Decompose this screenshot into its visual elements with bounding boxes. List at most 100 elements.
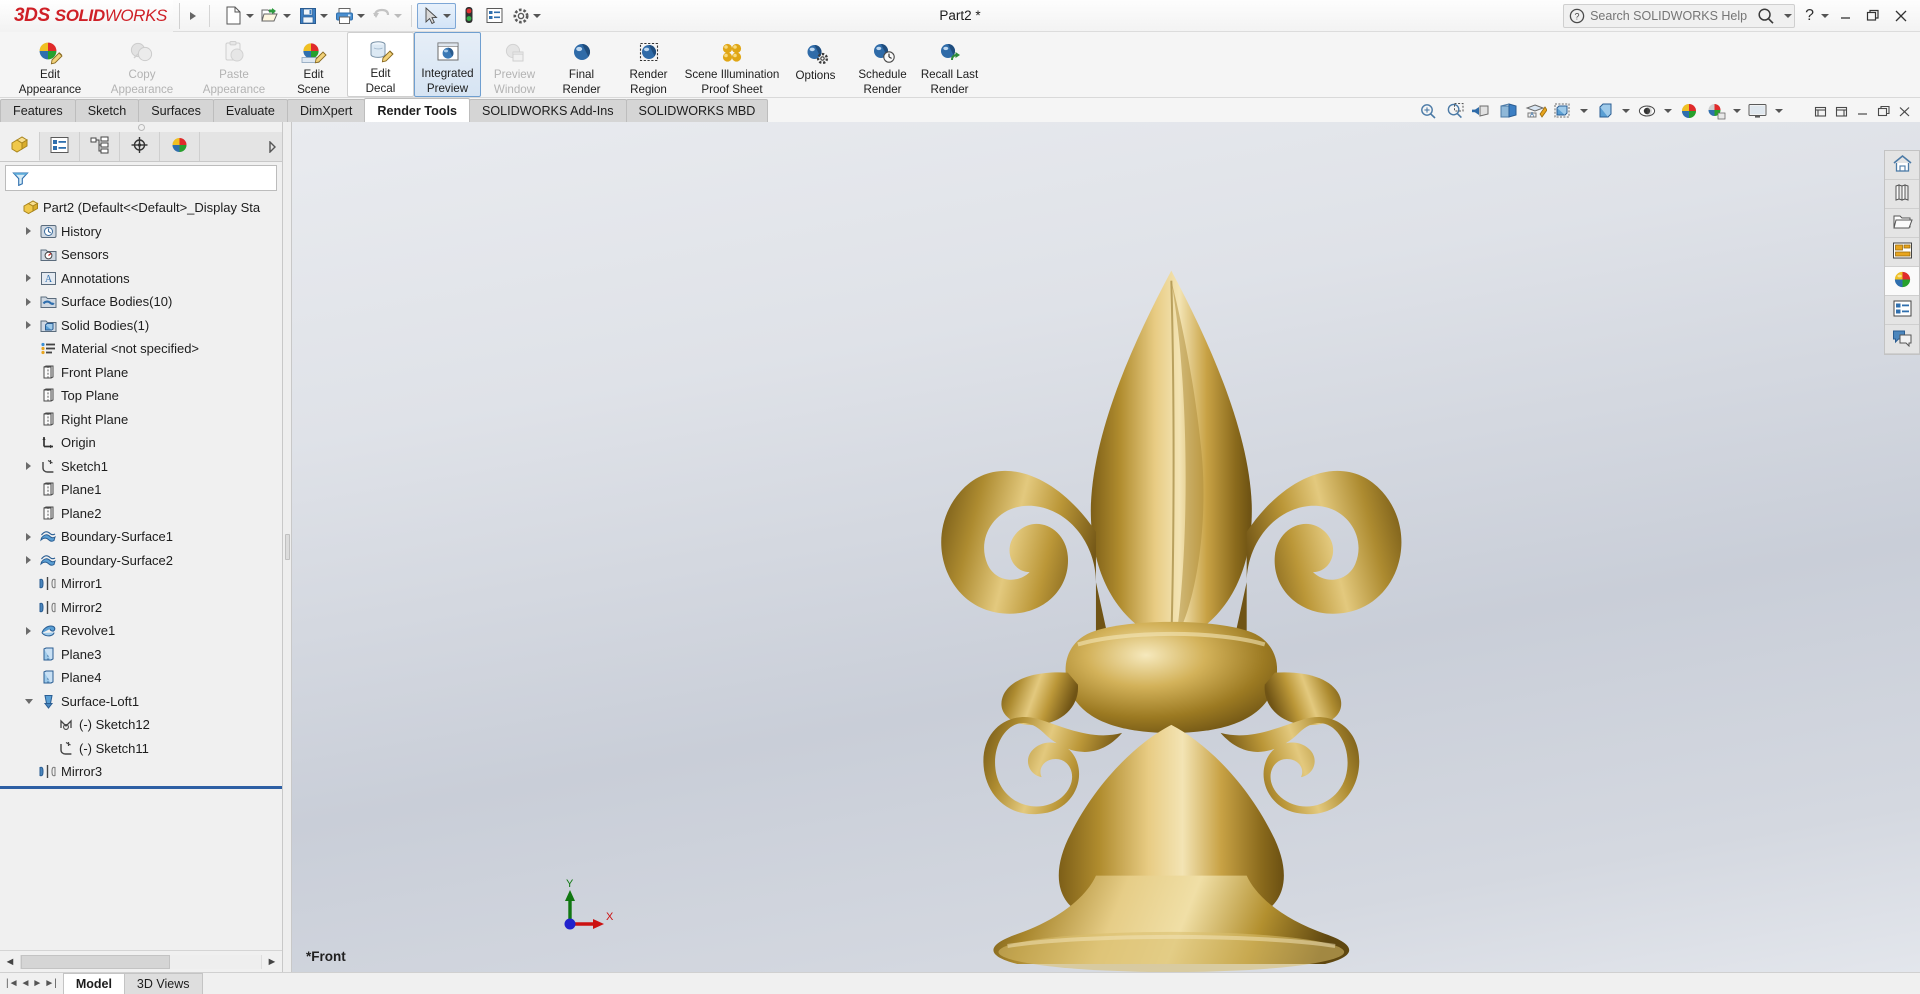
view-settings-icon[interactable] — [1705, 101, 1727, 121]
apply-scene-sphere-icon[interactable] — [1678, 101, 1700, 121]
edit-decal-command[interactable]: Edit Decal — [347, 32, 414, 97]
select-dropdown-icon[interactable] — [442, 5, 453, 27]
tree-item-mirror2[interactable]: Mirror2 — [0, 596, 282, 620]
expand-collapsed-icon[interactable] — [20, 461, 37, 471]
previous-view-icon[interactable] — [1471, 101, 1493, 121]
expand-collapsed-icon[interactable] — [20, 273, 37, 283]
open-doc-dropdown-icon[interactable] — [282, 5, 293, 27]
task-pane-design-library[interactable] — [1885, 180, 1919, 209]
tree-item-solid-bodies-1[interactable]: Solid Bodies(1) — [0, 314, 282, 338]
view-orientation-icon[interactable]: A — [1525, 101, 1547, 121]
tree-item-revolve1[interactable]: Revolve1 — [0, 619, 282, 643]
help-search-box[interactable]: ? — [1563, 3, 1796, 28]
fleur-de-lis-model[interactable] — [292, 122, 1920, 972]
print-document-button[interactable] — [332, 3, 369, 29]
status-first-arrow-icon[interactable]: |◄ — [6, 978, 19, 989]
zoom-fit-icon[interactable] — [1417, 101, 1439, 121]
recall-last-render-command[interactable]: Recall Last Render — [916, 32, 983, 97]
tree-item-plane3[interactable]: Plane3 — [0, 643, 282, 667]
hide-show-cube-icon[interactable] — [1594, 101, 1616, 121]
feature-manager-design-tree-tab[interactable] — [0, 132, 40, 161]
tree-item-origin[interactable]: Origin — [0, 431, 282, 455]
render-region-command[interactable]: Render Region — [615, 32, 682, 97]
tree-item-surface-loft1[interactable]: Surface-Loft1 — [0, 690, 282, 714]
display-style-dropdown-icon[interactable] — [1579, 101, 1589, 121]
tree-item-sensors[interactable]: Sensors — [0, 243, 282, 267]
tab-render-tools[interactable]: Render Tools — [364, 98, 470, 122]
minimize-document-icon[interactable] — [1854, 102, 1870, 120]
tree-item-material-not-specified[interactable]: Material <not specified> — [0, 337, 282, 361]
viewport-layout-dropdown-icon[interactable] — [1774, 101, 1784, 121]
expand-collapsed-icon[interactable] — [20, 320, 37, 330]
print-dropdown-icon[interactable] — [356, 5, 367, 27]
tree-filter-input[interactable] — [30, 171, 272, 185]
scrollbar-thumb[interactable] — [21, 954, 170, 969]
tree-item-right-plane[interactable]: Right Plane — [0, 408, 282, 432]
tree-item-annotations[interactable]: A Annotations — [0, 267, 282, 291]
tree-item-mirror3[interactable]: Mirror3 — [0, 760, 282, 784]
close-document-icon[interactable] — [1896, 102, 1912, 120]
tab-solidworks-mbd[interactable]: SOLIDWORKS MBD — [625, 99, 769, 122]
save-dropdown-icon[interactable] — [319, 5, 330, 27]
display-manager-tab[interactable] — [160, 132, 200, 161]
tree-item-plane4[interactable]: Plane4 — [0, 666, 282, 690]
save-document-button[interactable] — [295, 3, 332, 29]
expand-collapsed-icon[interactable] — [20, 297, 37, 307]
select-tool-button[interactable] — [416, 2, 456, 29]
paste-appearance-command[interactable]: Paste Appearance — [188, 32, 280, 97]
display-style-cube-icon[interactable] — [1552, 101, 1574, 121]
status-prev-arrow-icon[interactable]: ◄ — [21, 978, 31, 989]
search-input[interactable] — [1590, 8, 1752, 23]
zoom-area-icon[interactable] — [1444, 101, 1466, 121]
tree-item-boundary-surface2[interactable]: Boundary-Surface2 — [0, 549, 282, 573]
preview-window-command[interactable]: Preview Window — [481, 32, 548, 97]
status-tab-3d-views[interactable]: 3D Views — [123, 973, 203, 994]
tab-dimxpert[interactable]: DimXpert — [286, 99, 366, 122]
status-next-arrow-icon[interactable]: ► — [32, 978, 42, 989]
edit-appearance-command[interactable]: Edit Appearance — [4, 32, 96, 97]
new-document-button[interactable] — [221, 3, 258, 29]
expand-collapsed-icon[interactable] — [20, 626, 37, 636]
magnifier-icon[interactable] — [1751, 7, 1781, 25]
tab-solidworks-add-ins[interactable]: SOLIDWORKS Add-Ins — [468, 99, 627, 122]
minimize-window-button[interactable] — [1832, 3, 1858, 29]
solidworks-logo[interactable]: 3DS SOLID WORKS — [0, 0, 173, 32]
view-settings-dropdown-icon[interactable] — [1732, 101, 1742, 121]
panel-toggle-icon[interactable] — [1833, 102, 1849, 120]
task-pane-custom-properties[interactable] — [1885, 296, 1919, 325]
tab-surfaces[interactable]: Surfaces — [138, 99, 214, 122]
tree-item-top-plane[interactable]: Top Plane — [0, 384, 282, 408]
maximize-document-icon[interactable] — [1875, 102, 1891, 120]
options-list-button[interactable] — [482, 3, 508, 29]
task-pane-appearances-scenes-decals[interactable] — [1885, 267, 1919, 296]
rebuild-button[interactable] — [456, 3, 482, 29]
status-tab-nav[interactable]: |◄ ◄ ► ►| — [0, 978, 63, 989]
undo-dropdown-icon[interactable] — [393, 5, 404, 27]
tree-item-surface-bodies-10[interactable]: Surface Bodies(10) — [0, 290, 282, 314]
scroll-left-arrow-icon[interactable]: ◄ — [0, 952, 20, 972]
appearance-eye-icon[interactable] — [1636, 101, 1658, 121]
copy-appearance-command[interactable]: Copy Appearance — [96, 32, 188, 97]
feature-tree-horizontal-scrollbar[interactable]: ◄ ► — [0, 950, 282, 972]
new-doc-dropdown-icon[interactable] — [245, 5, 256, 27]
dimxpert-manager-tab[interactable] — [120, 132, 160, 161]
expand-expanded-icon[interactable] — [20, 697, 37, 706]
task-pane-view-palette[interactable] — [1885, 238, 1919, 267]
viewport-monitor-icon[interactable] — [1747, 101, 1769, 121]
tree-item-front-plane[interactable]: Front Plane — [0, 361, 282, 385]
search-dropdown-icon[interactable] — [1781, 13, 1794, 19]
task-pane-file-explorer[interactable] — [1885, 209, 1919, 238]
scene-illumination-proof-sheet-command[interactable]: Scene Illumination Proof Sheet — [682, 32, 782, 97]
tab-evaluate[interactable]: Evaluate — [212, 99, 288, 122]
edit-scene-command[interactable]: Edit Scene — [280, 32, 347, 97]
final-render-command[interactable]: Final Render — [548, 32, 615, 97]
task-pane-sw-resources[interactable] — [1885, 151, 1919, 180]
expand-collapsed-icon[interactable] — [20, 532, 37, 542]
help-dropdown-icon[interactable] — [1819, 5, 1830, 27]
settings-button[interactable] — [508, 3, 545, 29]
settings-dropdown-icon[interactable] — [532, 5, 543, 27]
open-document-button[interactable] — [258, 3, 295, 29]
help-button[interactable]: ? — [1797, 7, 1817, 25]
tree-item-boundary-surface1[interactable]: Boundary-Surface1 — [0, 525, 282, 549]
scroll-right-arrow-icon[interactable]: ► — [262, 952, 282, 972]
